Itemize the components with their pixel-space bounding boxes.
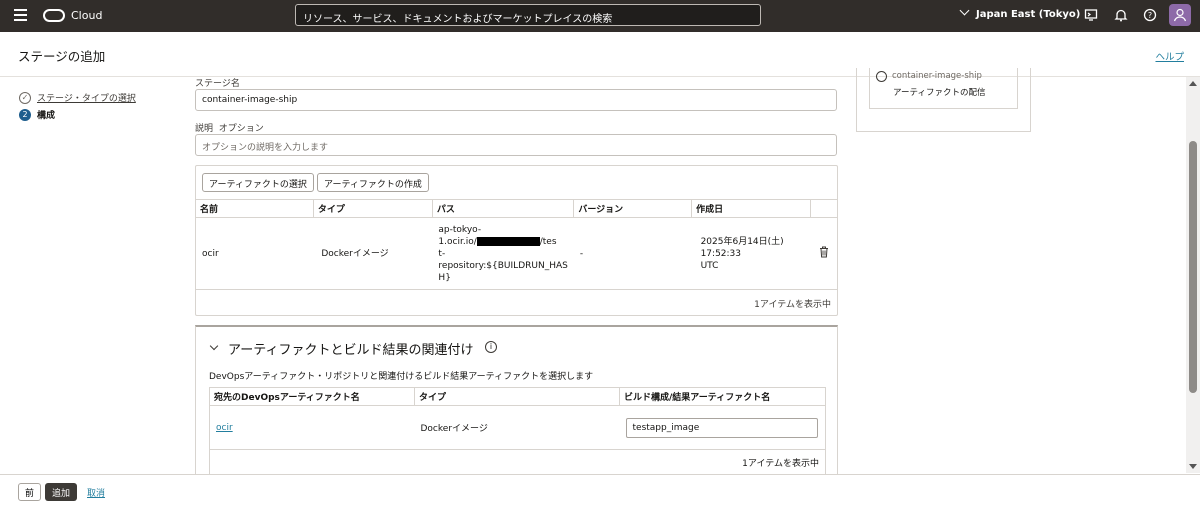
- step-number: 2: [19, 108, 31, 121]
- scroll-down-icon[interactable]: [1189, 464, 1197, 469]
- add-button[interactable]: 追加: [45, 483, 78, 501]
- bottom-action-bar: 前 追加 取消: [0, 474, 1200, 505]
- description-label: 説明 オプション: [195, 121, 264, 134]
- help-link[interactable]: ヘルプ: [1155, 49, 1184, 63]
- artifacts-table: 名前 タイプ パス バージョン 作成日 ocir Dockerイメージ ap-t…: [196, 199, 837, 290]
- stage-name-label: ステージ名: [195, 79, 240, 89]
- artifacts-item-count: 1アイテムを表示中: [754, 300, 831, 310]
- svg-text:?: ?: [1148, 11, 1152, 20]
- column-header[interactable]: パス: [432, 199, 575, 218]
- top-navigation-bar: Cloud リソース、サービス、ドキュメントおよびマーケットプレイスの検索 Ja…: [0, 0, 1200, 32]
- build-artifact-cell: testapp_image: [619, 405, 826, 450]
- artifacts-panel: アーティファクトの選択 アーティファクトの作成 名前 タイプ パス バージョン …: [195, 165, 838, 316]
- column-header[interactable]: タイプ: [313, 199, 433, 218]
- build-artifact-name-input[interactable]: testapp_image: [625, 417, 818, 438]
- optional-tag: オプション: [218, 124, 264, 134]
- description-label-text: 説明: [195, 124, 214, 134]
- chevron-down-icon[interactable]: [209, 341, 219, 351]
- association-description: DevOpsアーティファクト・リポジトリと関連付けるビルド結果アーティファクトを…: [209, 372, 594, 382]
- brand-name[interactable]: Cloud: [71, 9, 102, 22]
- region-selector[interactable]: Japan East (Tokyo): [959, 5, 1081, 20]
- create-artifact-button[interactable]: アーティファクトの作成: [317, 173, 429, 192]
- step-label: ステージ・タイプの選択: [37, 94, 136, 104]
- path-line: t-: [438, 248, 446, 259]
- artifact-name: ocir: [196, 217, 314, 290]
- created-line: UTC: [700, 260, 719, 271]
- trash-icon[interactable]: [819, 246, 829, 258]
- scroll-thumb[interactable]: [1189, 141, 1197, 393]
- table-header-row: 宛先のDevOpsアーティファクト名 タイプ ビルド構成/結果アーティファクト名: [209, 387, 826, 406]
- destination-name-cell: ocir: [209, 405, 415, 450]
- description-input[interactable]: オプションの説明を入力します: [195, 134, 837, 156]
- help-icon[interactable]: ?: [1143, 8, 1157, 22]
- check-icon: ✓: [19, 91, 31, 104]
- bell-icon[interactable]: [1114, 8, 1128, 22]
- previous-button[interactable]: 前: [18, 483, 42, 501]
- column-header[interactable]: バージョン: [573, 199, 693, 218]
- artifact-version: -: [573, 217, 692, 290]
- oracle-logo-icon[interactable]: [43, 9, 65, 22]
- association-panel: アーティファクトとビルド結果の関連付け i DevOpsアーティファクト・リポジ…: [195, 325, 838, 475]
- page-title: ステージの追加: [18, 49, 106, 64]
- column-header[interactable]: ビルド構成/結果アーティファクト名: [619, 387, 826, 406]
- summary-stage-type: アーティファクトの配信: [893, 88, 986, 98]
- region-label: Japan East (Tokyo): [976, 9, 1081, 20]
- user-avatar-icon[interactable]: [1169, 4, 1191, 26]
- column-header[interactable]: 名前: [196, 199, 314, 218]
- artifact-path: ap-tokyo- 1.ocir.io/ /tes t- repository:$…: [432, 217, 574, 290]
- column-header-actions: [810, 199, 837, 218]
- cloud-shell-icon[interactable]: [1084, 8, 1098, 22]
- table-header-row: 名前 タイプ パス バージョン 作成日: [196, 199, 837, 218]
- search-input[interactable]: リソース、サービス、ドキュメントおよびマーケットプレイスの検索: [295, 4, 761, 26]
- association-table: 宛先のDevOpsアーティファクト名 タイプ ビルド構成/結果アーティファクト名…: [209, 387, 826, 475]
- column-header[interactable]: タイプ: [414, 387, 620, 406]
- scrollbar[interactable]: [1186, 77, 1200, 473]
- scroll-up-icon[interactable]: [1189, 81, 1197, 86]
- column-header[interactable]: 作成日: [691, 199, 811, 218]
- step-configure: 2 構成: [19, 108, 55, 121]
- step-label: 構成: [37, 111, 56, 121]
- path-line: ap-tokyo-: [438, 224, 482, 235]
- path-part: /tes: [539, 236, 557, 247]
- column-header[interactable]: 宛先のDevOpsアーティファクト名: [209, 387, 415, 406]
- association-title: アーティファクトとビルド結果の関連付け: [228, 343, 474, 358]
- redacted-block: [476, 236, 540, 246]
- artifact-type: Dockerイメージ: [313, 217, 433, 290]
- artifact-link[interactable]: ocir: [216, 423, 233, 433]
- stage-type-icon: [876, 71, 887, 82]
- hamburger-menu-icon[interactable]: [14, 9, 27, 21]
- info-icon[interactable]: i: [485, 341, 497, 353]
- table-row: ocir Dockerイメージ ap-tokyo- 1.ocir.io/ /tes…: [196, 217, 837, 290]
- path-line: 1.ocir.io/ /tes: [438, 236, 567, 248]
- artifact-created: 2025年6月14日(土) 17:52:33 UTC: [691, 217, 811, 290]
- path-line: repository:${BUILDRUN_HAS: [438, 260, 568, 271]
- path-part: 1.ocir.io/: [438, 236, 477, 247]
- step-select-stage-type[interactable]: ✓ ステージ・タイプの選択: [19, 91, 136, 104]
- summary-stage-name: container-image-ship: [892, 71, 982, 81]
- chevron-down-icon: [959, 5, 970, 16]
- select-artifact-button[interactable]: アーティファクトの選択: [202, 173, 314, 192]
- created-line: 2025年6月14日(土) 17:52:33: [700, 236, 784, 259]
- association-item-count: 1アイテムを表示中: [742, 459, 819, 469]
- stage-name-input[interactable]: container-image-ship: [195, 89, 837, 111]
- cancel-link[interactable]: 取消: [87, 486, 105, 499]
- delete-cell: [810, 217, 837, 290]
- table-footer-row: 1アイテムを表示中: [210, 450, 826, 475]
- table-row: ocir Dockerイメージ testapp_image: [209, 405, 826, 450]
- path-line: H}: [438, 272, 451, 283]
- association-type: Dockerイメージ: [414, 405, 620, 450]
